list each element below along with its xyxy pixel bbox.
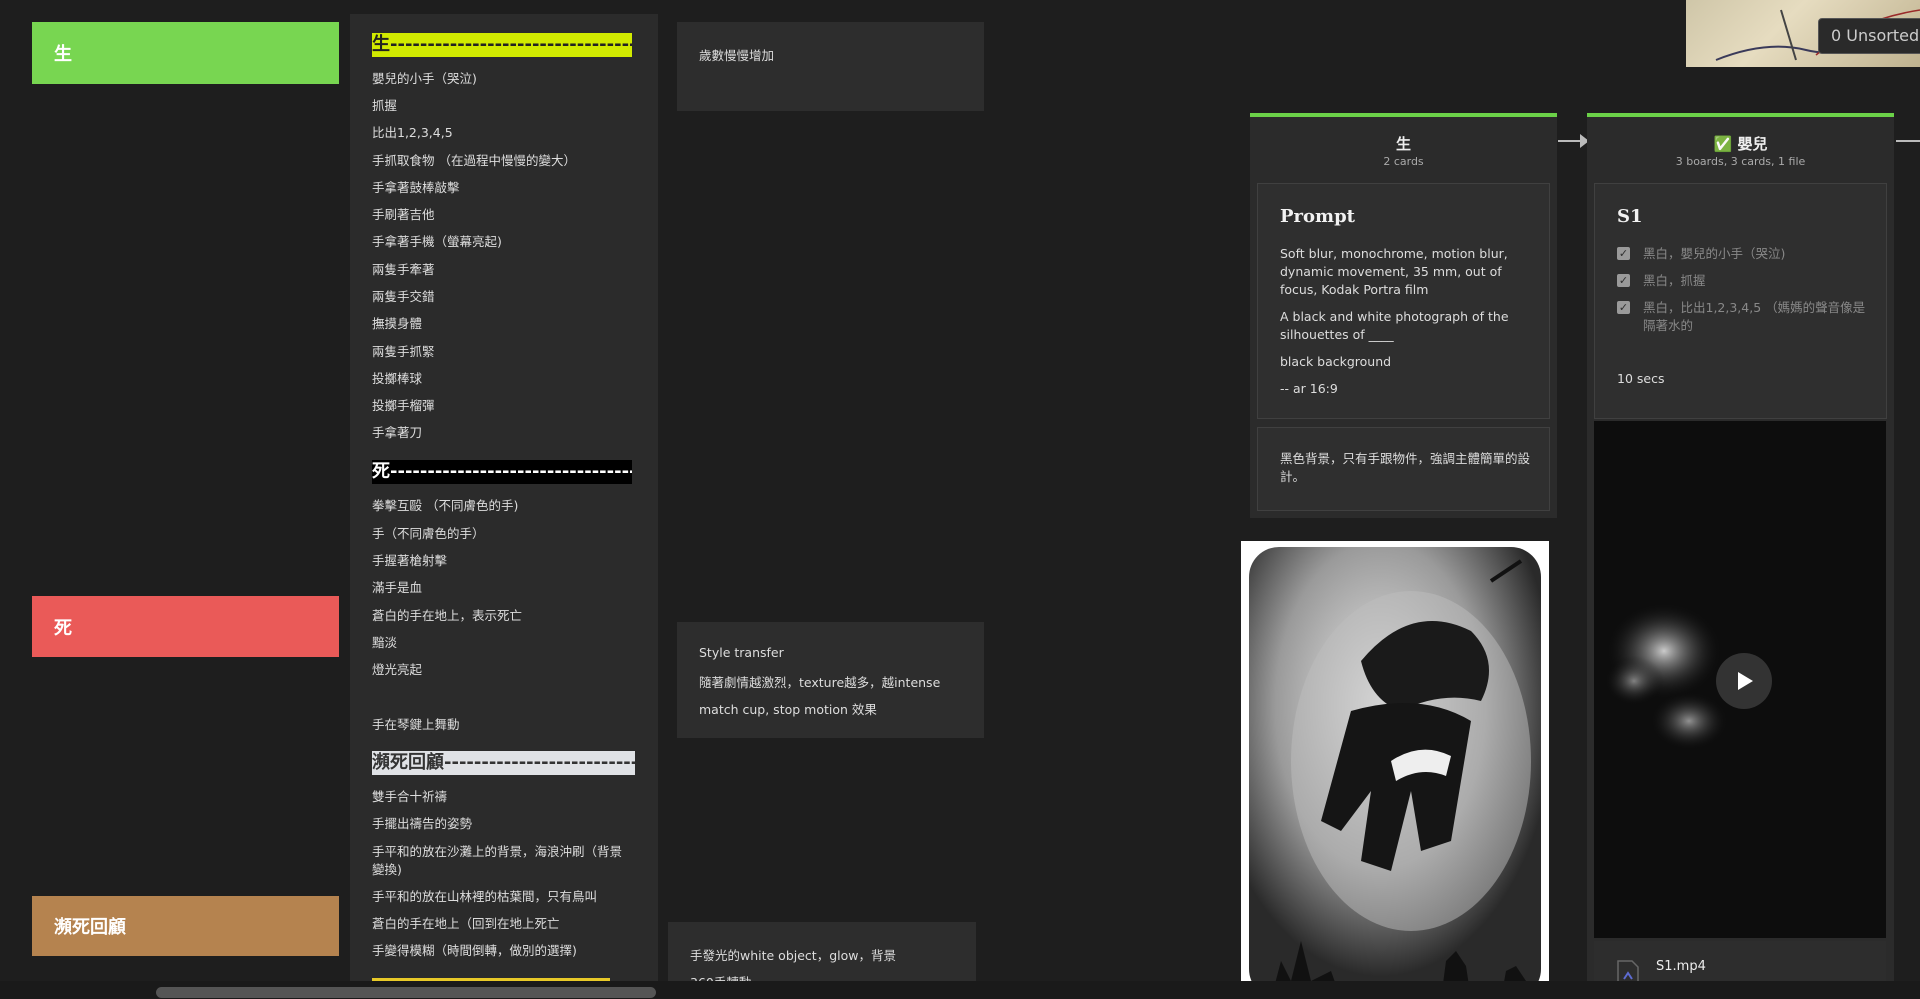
list-item: 比出1,2,3,4,5 — [372, 125, 453, 140]
section-label-sheng[interactable]: 生 — [32, 22, 339, 84]
section-label-text: 生 — [54, 44, 72, 65]
board-accent-bar — [1250, 113, 1557, 117]
note-text: 手發光的white object，glow，背景 — [690, 948, 896, 963]
card-title: Prompt — [1280, 206, 1355, 227]
section-heading-si: 死---------------------------------------… — [372, 460, 632, 484]
list-item: 蒼白的手在地上，表示死亡 — [372, 608, 523, 623]
scene-card-s1[interactable]: S1 ✓ 黑白，嬰兒的小手（哭泣) ✓ 黑白，抓握 ✓ 黑白，比出1,2,3,4… — [1594, 183, 1887, 419]
section-heading-binsi: 瀕死回顧---------------------------------- — [372, 751, 635, 775]
board-sheng[interactable]: 生 2 cards Prompt Soft blur, monochrome, … — [1250, 113, 1557, 518]
photo-art — [1249, 547, 1541, 999]
list-item: 手抓取食物 （在過程中慢慢的變大） — [372, 153, 576, 168]
card-title: S1 — [1617, 206, 1643, 227]
checklist-text: 黑白，嬰兒的小手（哭泣) — [1643, 246, 1786, 261]
list-item: 手拿著手機（螢幕亮起) — [372, 234, 502, 249]
list-item: 雙手合十祈禱 — [372, 789, 448, 804]
unsorted-counter-button[interactable]: 0 Unsorted — [1818, 18, 1920, 54]
board-accent-bar — [1587, 113, 1894, 117]
list-item: 手變得模糊（時間倒轉，做別的選擇) — [372, 943, 577, 958]
play-icon — [1738, 672, 1753, 690]
file-name: S1.mp4 — [1656, 959, 1706, 974]
check-icon[interactable]: ✓ — [1617, 301, 1630, 314]
list-item: 手擺出禱告的姿勢 — [372, 816, 473, 831]
play-button[interactable] — [1716, 653, 1772, 709]
checklist-text: 黑白，比出1,2,3,4,5 （媽媽的聲音像是隔著水的 — [1643, 300, 1866, 333]
list-item: 撫摸身體 — [372, 316, 423, 331]
card-paragraph: Soft blur, monochrome, motion blur, dyna… — [1280, 246, 1508, 297]
note-card-age[interactable]: 歲數慢慢增加 — [677, 22, 984, 111]
list-item: 兩隻手交錯 — [372, 289, 435, 304]
note-text: match cup, stop motion 效果 — [699, 702, 877, 717]
check-icon[interactable]: ✓ — [1617, 274, 1630, 287]
section-label-text: 瀕死回顧 — [54, 917, 126, 938]
board-count: 3 boards, 3 cards, 1 file — [1675, 155, 1806, 168]
checklist-item[interactable]: ✓ 黑白，抓握 — [1617, 272, 1872, 290]
note-text: 隨著劇情越激烈，texture越多，越intense — [699, 675, 941, 690]
scrollbar-thumb[interactable] — [156, 987, 656, 998]
section-heading-sheng: 生---------------------------------------… — [372, 33, 632, 57]
list-item: 兩隻手牽著 — [372, 262, 435, 277]
list-item: 黯淡 — [372, 635, 398, 650]
list-item: 手拿著刀 — [372, 425, 423, 440]
card-paragraph: A black and white photograph of the silh… — [1280, 309, 1509, 342]
card-paragraph: -- ar 16:9 — [1280, 381, 1338, 396]
list-item: 投擲手榴彈 — [372, 398, 435, 413]
section-label-text: 死 — [54, 617, 72, 639]
duration-text: 10 secs — [1617, 371, 1665, 386]
hand-face-photo[interactable] — [1241, 541, 1549, 999]
checklist-item[interactable]: ✓ 黑白，嬰兒的小手（哭泣) — [1617, 245, 1872, 263]
note-text: 歲數慢慢增加 — [699, 48, 775, 63]
list-item: 滿手是血 — [372, 580, 423, 595]
list-item: 手平和的放在山林裡的枯葉間，只有鳥叫 — [372, 889, 598, 904]
section-label-binsi[interactable]: 瀕死回顧 — [32, 896, 339, 956]
script-list-card[interactable]: 生---------------------------------------… — [350, 14, 658, 984]
list-item: 手平和的放在沙灘上的背景，海浪沖刷（背景變換) — [372, 844, 623, 877]
list-item: 手（不同膚色的手） — [372, 526, 485, 541]
note-text: Style transfer — [699, 645, 784, 660]
list-item: 手刷著吉他 — [372, 207, 435, 222]
list-item: 嬰兒的小手（哭泣) — [372, 71, 477, 86]
card-paragraph: black background — [1280, 354, 1392, 369]
note-card-style-transfer[interactable]: Style transfer 隨著劇情越激烈，texture越多，越intens… — [677, 622, 984, 738]
list-item: 拳擊互毆 （不同膚色的手) — [372, 498, 519, 513]
list-item: 蒼白的手在地上（回到在地上死亡 — [372, 916, 560, 931]
prompt-card[interactable]: Prompt Soft blur, monochrome, motion blu… — [1257, 183, 1550, 419]
board-title[interactable]: ✅ 嬰兒 — [1587, 133, 1894, 154]
board-title[interactable]: 生 — [1250, 133, 1557, 154]
checklist-text: 黑白，抓握 — [1643, 273, 1706, 288]
list-item: 燈光亮起 — [372, 662, 423, 677]
check-icon[interactable]: ✓ — [1617, 247, 1630, 260]
list-item: 兩隻手抓緊 — [372, 344, 435, 359]
card-paragraph: 黑色背景，只有手跟物件，強調主體簡單的設計。 — [1280, 451, 1531, 484]
list-item: 抓握 — [372, 98, 398, 113]
board-count: 2 cards — [1383, 155, 1424, 168]
list-item: 手拿著鼓棒敲擊 — [372, 180, 460, 195]
checklist-item[interactable]: ✓ 黑白，比出1,2,3,4,5 （媽媽的聲音像是隔著水的 — [1617, 299, 1872, 335]
note-card[interactable]: 黑色背景，只有手跟物件，強調主體簡單的設計。 — [1257, 427, 1550, 511]
list-item: 投擲棒球 — [372, 371, 423, 386]
list-item: 手握著槍射擊 — [372, 553, 448, 568]
section-label-si[interactable]: 死 — [32, 596, 339, 657]
connector-line — [1896, 140, 1920, 142]
list-item: 手在琴鍵上舞動 — [372, 717, 460, 732]
